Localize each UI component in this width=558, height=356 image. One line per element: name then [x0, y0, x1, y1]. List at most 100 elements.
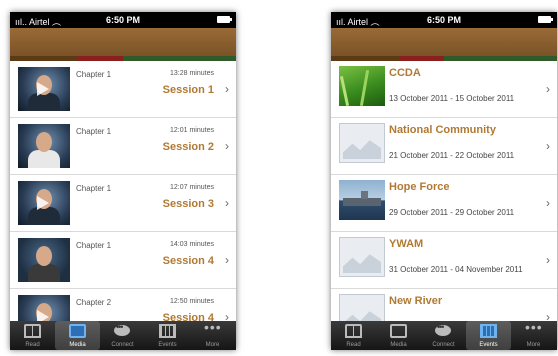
- tab-label: Media: [69, 342, 86, 348]
- tab-bar: Read Media Connect Events ••• More: [331, 319, 557, 350]
- chapter-label: Chapter 1: [76, 241, 112, 250]
- chevron-right-icon: ›: [225, 310, 229, 321]
- media-row[interactable]: Chapter 1 12:07 minutes Session 3 ›: [10, 175, 236, 232]
- tab-events[interactable]: Events: [145, 321, 190, 350]
- book-icon: [345, 324, 362, 338]
- more-dots-icon: •••: [525, 319, 543, 335]
- tab-events[interactable]: Events: [466, 321, 511, 350]
- event-title: YWAM: [389, 238, 424, 250]
- event-row[interactable]: Hope Force 29 October 2011 - 29 October …: [331, 175, 557, 232]
- chevron-right-icon: ›: [546, 310, 550, 321]
- event-title: New River: [389, 295, 443, 307]
- session-title: Session 2: [162, 141, 214, 153]
- media-row[interactable]: Chapter 1 13:28 minutes Session 1 ›: [10, 61, 236, 118]
- battery-icon: [538, 16, 553, 23]
- event-row[interactable]: YWAM 31 October 2011 - 04 November 2011 …: [331, 232, 557, 289]
- clock: 6:50 PM: [105, 15, 140, 25]
- tab-label: More: [205, 342, 220, 348]
- phone-media-screen: ııl.. Airtel ︵ 6:50 PM Chapter 1 13:28 m…: [10, 12, 236, 350]
- media-row[interactable]: Chapter 2 12:50 minutes Session 4 ›: [10, 289, 236, 321]
- media-row[interactable]: Chapter 1 12:01 minutes Session 2 ›: [10, 118, 236, 175]
- tab-media[interactable]: Media: [376, 321, 421, 350]
- chevron-right-icon: ›: [546, 139, 550, 153]
- ship-thumbnail: [339, 180, 385, 220]
- clock: 6:50 PM: [426, 15, 461, 25]
- session-title: Session 4: [162, 255, 214, 267]
- event-title: National Community: [389, 124, 496, 136]
- tab-label: Read: [346, 342, 361, 348]
- video-thumbnail: [18, 67, 70, 111]
- duration-label: 12:07 minutes: [170, 184, 214, 191]
- chapter-label: Chapter 1: [76, 184, 112, 193]
- tab-more[interactable]: ••• More: [511, 319, 556, 350]
- session-title: Session 3: [162, 198, 214, 210]
- tab-label: Media: [390, 342, 407, 348]
- tab-label: More: [526, 342, 541, 348]
- tv-icon: [390, 324, 407, 338]
- event-dates: 31 October 2011 - 04 November 2011: [389, 265, 523, 274]
- tab-label: Events: [158, 342, 177, 348]
- chapter-label: Chapter 1: [76, 70, 112, 79]
- chevron-right-icon: ›: [225, 82, 229, 96]
- tab-media[interactable]: Media: [55, 321, 100, 350]
- calendar-icon: [480, 324, 497, 338]
- media-row[interactable]: Chapter 1 14:03 minutes Session 4 ›: [10, 232, 236, 289]
- battery-icon: [217, 16, 232, 23]
- video-thumbnail: [18, 295, 70, 321]
- tab-label: Read: [25, 342, 40, 348]
- chevron-right-icon: ›: [546, 82, 550, 96]
- tab-read[interactable]: Read: [10, 321, 55, 350]
- header-banner: [10, 28, 236, 56]
- play-icon: [37, 196, 49, 210]
- session-title: Session 1: [162, 84, 214, 96]
- chat-bubble-icon: [435, 322, 451, 336]
- tab-label: Connect: [111, 342, 134, 348]
- video-thumbnail: [18, 181, 70, 225]
- event-dates: 21 October 2011 - 22 October 2011: [389, 151, 515, 160]
- event-dates: 13 October 2011 - 15 October 2011: [389, 94, 515, 103]
- grass-thumbnail: [339, 66, 385, 106]
- tab-label: Connect: [432, 342, 455, 348]
- event-title: Hope Force: [389, 181, 450, 193]
- event-title: CCDA: [389, 67, 421, 79]
- tab-bar: Read Media Connect Events ••• More: [10, 319, 236, 350]
- chevron-right-icon: ›: [225, 139, 229, 153]
- tv-icon: [69, 324, 86, 338]
- chapter-label: Chapter 2: [76, 298, 112, 307]
- events-list[interactable]: CCDA 13 October 2011 - 15 October 2011 ›…: [331, 61, 557, 321]
- play-icon: [37, 310, 49, 321]
- placeholder-thumbnail: [339, 123, 385, 163]
- chevron-right-icon: ›: [546, 253, 550, 267]
- tab-more[interactable]: ••• More: [190, 319, 235, 350]
- tab-connect[interactable]: Connect: [421, 321, 466, 350]
- play-icon: [37, 82, 49, 96]
- chat-bubble-icon: [114, 322, 130, 336]
- more-dots-icon: •••: [204, 319, 222, 335]
- media-list[interactable]: Chapter 1 13:28 minutes Session 1 › Chap…: [10, 61, 236, 321]
- book-icon: [24, 324, 41, 338]
- tab-label: Events: [479, 342, 498, 348]
- event-row[interactable]: New River ›: [331, 289, 557, 321]
- video-thumbnail: [18, 124, 70, 168]
- video-thumbnail: [18, 238, 70, 282]
- placeholder-thumbnail: [339, 294, 385, 321]
- chevron-right-icon: ›: [225, 196, 229, 210]
- chapter-label: Chapter 1: [76, 127, 112, 136]
- event-row[interactable]: CCDA 13 October 2011 - 15 October 2011 ›: [331, 61, 557, 118]
- header-banner: [331, 28, 557, 56]
- chevron-right-icon: ›: [546, 196, 550, 210]
- chevron-right-icon: ›: [225, 253, 229, 267]
- placeholder-thumbnail: [339, 237, 385, 277]
- calendar-icon: [159, 324, 176, 338]
- status-bar: ııl. Airtel ︵ 6:50 PM: [331, 12, 557, 28]
- duration-label: 12:50 minutes: [170, 298, 214, 305]
- duration-label: 13:28 minutes: [170, 70, 214, 77]
- status-bar: ııl.. Airtel ︵ 6:50 PM: [10, 12, 236, 28]
- tab-read[interactable]: Read: [331, 321, 376, 350]
- tab-connect[interactable]: Connect: [100, 321, 145, 350]
- event-row[interactable]: National Community 21 October 2011 - 22 …: [331, 118, 557, 175]
- duration-label: 14:03 minutes: [170, 241, 214, 248]
- duration-label: 12:01 minutes: [170, 127, 214, 134]
- event-dates: 29 October 2011 - 29 October 2011: [389, 208, 515, 217]
- phone-events-screen: ııl. Airtel ︵ 6:50 PM CCDA 13 October 20…: [331, 12, 557, 350]
